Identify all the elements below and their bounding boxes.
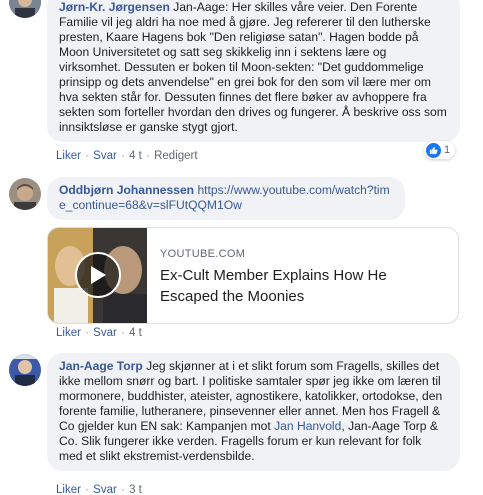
- comment-bubble: Jan-Aage Torp Jeg skjønner at i et slikt…: [47, 353, 460, 471]
- mention-link[interactable]: Jan Hanvold: [274, 419, 341, 433]
- link-title[interactable]: Ex-Cult Member Explains How He Escaped t…: [160, 265, 420, 307]
- comment-text: Oddbjørn Johannessen https://www.youtube…: [59, 183, 393, 213]
- like-link[interactable]: Liker: [56, 150, 81, 162]
- link-preview-card[interactable]: YOUTUBE.COM Ex-Cult Member Explains How …: [47, 227, 459, 324]
- link-domain: YOUTUBE.COM: [160, 248, 246, 260]
- comment-author[interactable]: Jørn-Kr. Jørgensen: [59, 0, 170, 14]
- comment-bubble: Jørn-Kr. Jørgensen Jan-Aage: Her skilles…: [47, 0, 460, 142]
- comment-text: Jan-Aage Torp Jeg skjønner at i et slikt…: [59, 359, 448, 464]
- avatar[interactable]: [9, 0, 41, 18]
- thumbs-up-icon: [426, 142, 441, 158]
- like-link[interactable]: Liker: [56, 327, 81, 339]
- avatar[interactable]: [9, 354, 41, 386]
- reply-link[interactable]: Svar: [93, 150, 117, 162]
- edited-label[interactable]: Redigert: [154, 150, 197, 162]
- reaction-summary[interactable]: 1: [424, 141, 456, 159]
- video-thumbnail[interactable]: [48, 228, 147, 323]
- profile-photo-icon: [9, 354, 41, 386]
- reply-link[interactable]: Svar: [93, 484, 117, 495]
- comment-time[interactable]: 3 t: [129, 484, 142, 495]
- comment-author[interactable]: Jan-Aage Torp: [59, 359, 143, 373]
- play-button-icon[interactable]: [75, 252, 121, 298]
- profile-photo-icon: [9, 0, 41, 18]
- comment-time[interactable]: 4 t: [129, 150, 142, 162]
- comment-author[interactable]: Oddbjørn Johannessen: [59, 183, 194, 197]
- reply-link[interactable]: Svar: [93, 327, 117, 339]
- avatar[interactable]: [9, 178, 41, 210]
- reaction-count: 1: [444, 144, 451, 156]
- profile-photo-icon: [9, 178, 41, 210]
- comment-actions: Liker · Svar · 3 t: [56, 484, 142, 495]
- comment-body: Jan-Aage: Her skilles våre veier. Den Fo…: [59, 0, 447, 134]
- like-link[interactable]: Liker: [56, 484, 81, 495]
- comment-actions: Liker · Svar · 4 t · Redigert: [56, 150, 198, 162]
- comment-time[interactable]: 4 t: [129, 327, 142, 339]
- comment-actions: Liker · Svar · 4 t: [56, 327, 142, 339]
- comment-bubble: Oddbjørn Johannessen https://www.youtube…: [47, 177, 405, 220]
- comment-text: Jørn-Kr. Jørgensen Jan-Aage: Her skilles…: [59, 0, 448, 135]
